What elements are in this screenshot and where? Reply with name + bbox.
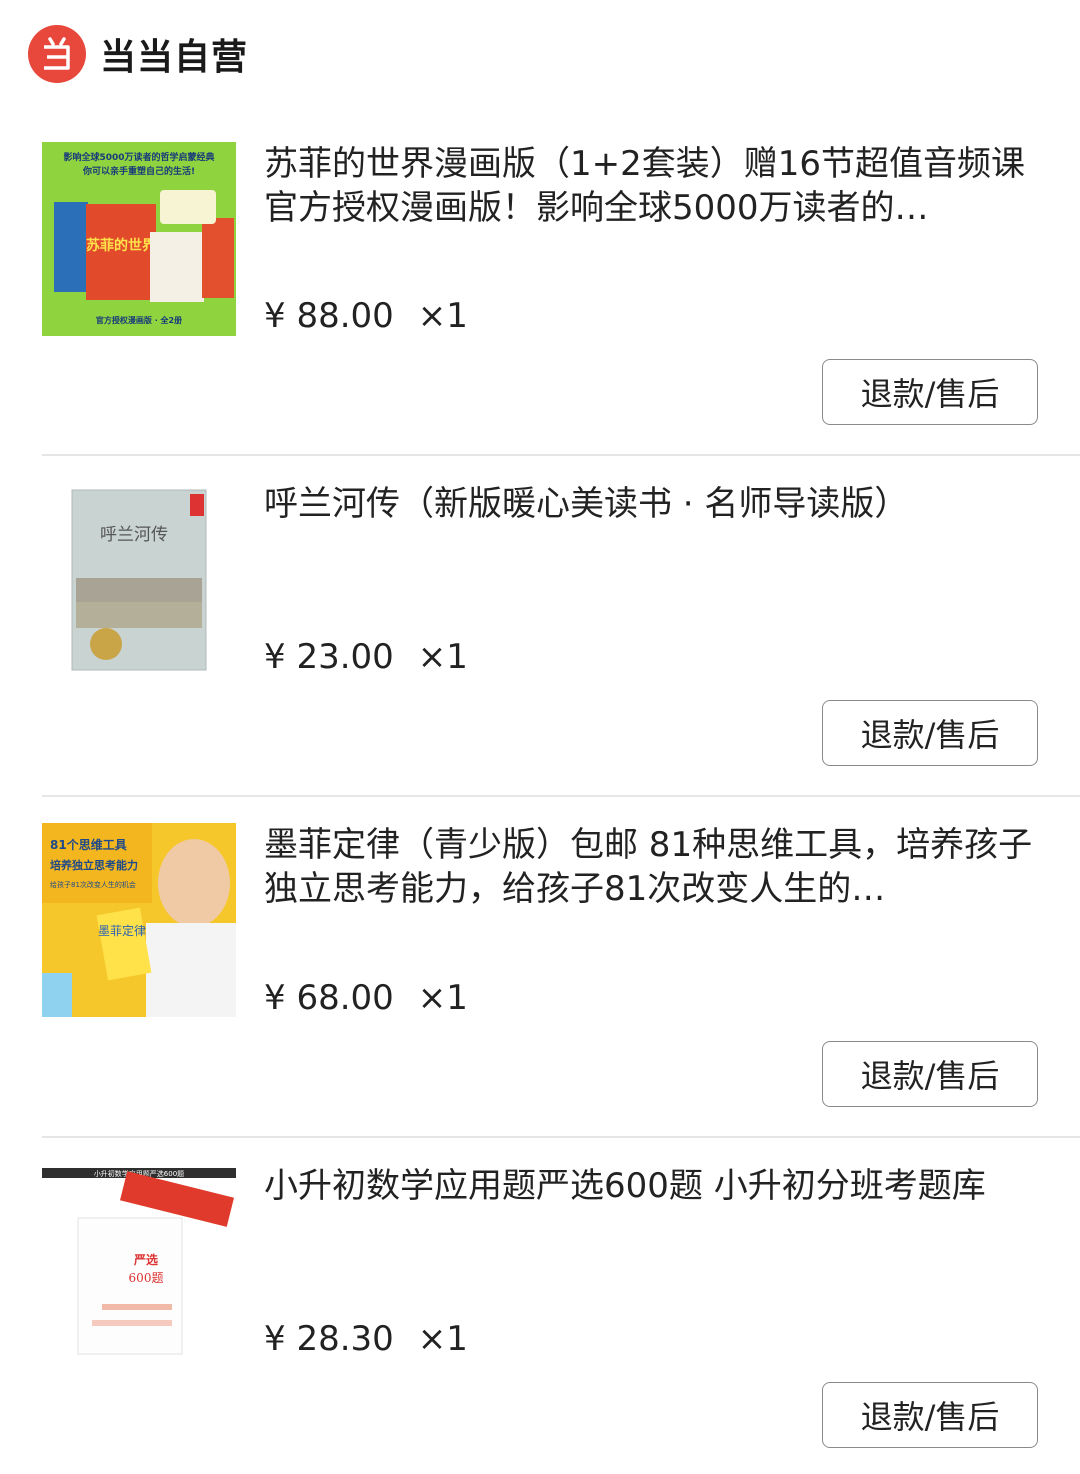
- product-title[interactable]: 呼兰河传（新版暖心美读书 · 名师导读版）: [264, 482, 1044, 526]
- cover-text: 你可以亲手重塑自己的生活!: [82, 165, 195, 177]
- product-price: ¥ 68.00: [264, 978, 394, 1018]
- store-name: 当当自营: [100, 37, 249, 78]
- cover-text: 严选: [133, 1252, 158, 1267]
- product-quantity: ×1: [417, 978, 468, 1018]
- refund-aftersales-button[interactable]: 退款/售后: [822, 1382, 1038, 1448]
- price-row: ¥ 88.00 ×1: [264, 296, 468, 336]
- refund-aftersales-button[interactable]: 退款/售后: [822, 359, 1038, 425]
- cover-text: 呼兰河传: [100, 525, 168, 545]
- divider: [42, 454, 1080, 456]
- cover-text: 81个思维工具: [50, 837, 127, 852]
- order-item[interactable]: 81个思维工具 培养独立思考能力 给孩子81次改变人生的机会 墨菲定律 墨菲定律…: [0, 823, 1080, 1138]
- product-cover-image[interactable]: 影响全球5000万读者的哲学启蒙经典 你可以亲手重塑自己的生活! 苏菲的世界 官…: [42, 142, 236, 336]
- divider: [42, 795, 1080, 797]
- product-quantity: ×1: [417, 637, 468, 677]
- product-quantity: ×1: [417, 1319, 468, 1359]
- product-title[interactable]: 小升初数学应用题严选600题 小升初分班考题库: [264, 1164, 1044, 1208]
- product-cover-image[interactable]: 呼兰河传: [42, 482, 236, 676]
- price-row: ¥ 23.00 ×1: [264, 637, 468, 677]
- product-cover-image[interactable]: 小升初数学应用题严选600题 严选 600题: [42, 1164, 236, 1358]
- cover-text: 苏菲的世界: [86, 237, 157, 254]
- order-item[interactable]: 呼兰河传 呼兰河传（新版暖心美读书 · 名师导读版） ¥ 23.00 ×1 退款…: [0, 482, 1080, 797]
- divider: [42, 1136, 1080, 1138]
- price-row: ¥ 28.30 ×1: [264, 1319, 468, 1359]
- order-item[interactable]: 小升初数学应用题严选600题 严选 600题 小升初数学应用题严选600题 小升…: [0, 1164, 1080, 1464]
- store-header[interactable]: 当当自营: [28, 24, 248, 84]
- cover-text: 墨菲定律: [98, 923, 146, 938]
- price-row: ¥ 68.00 ×1: [264, 978, 468, 1018]
- product-title[interactable]: 苏菲的世界漫画版（1+2套装）赠16节超值音频课 官方授权漫画版！影响全球500…: [264, 142, 1044, 230]
- cover-text: 官方授权漫画版 · 全2册: [96, 315, 182, 325]
- cover-text: 600题: [129, 1271, 164, 1285]
- cover-text: 培养独立思考能力: [50, 858, 138, 872]
- order-item[interactable]: 影响全球5000万读者的哲学启蒙经典 你可以亲手重塑自己的生活! 苏菲的世界 官…: [0, 142, 1080, 456]
- product-price: ¥ 28.30: [264, 1319, 394, 1359]
- product-title[interactable]: 墨菲定律（青少版）包邮 81种思维工具，培养孩子独立思考能力，给孩子81次改变人…: [264, 823, 1044, 911]
- product-price: ¥ 88.00: [264, 296, 394, 336]
- dangdang-logo-icon: [28, 25, 86, 83]
- product-quantity: ×1: [417, 296, 468, 336]
- refund-aftersales-button[interactable]: 退款/售后: [822, 700, 1038, 766]
- order-items-page: 当当自营 影响全球5000万读者的哲学启蒙经典 你可以亲手重塑自己的生活! 苏菲…: [0, 0, 1080, 1474]
- cover-text: 影响全球5000万读者的哲学启蒙经典: [63, 151, 214, 163]
- product-cover-image[interactable]: 81个思维工具 培养独立思考能力 给孩子81次改变人生的机会 墨菲定律: [42, 823, 236, 1017]
- refund-aftersales-button[interactable]: 退款/售后: [822, 1041, 1038, 1107]
- product-price: ¥ 23.00: [264, 637, 394, 677]
- cover-text: 给孩子81次改变人生的机会: [50, 880, 136, 889]
